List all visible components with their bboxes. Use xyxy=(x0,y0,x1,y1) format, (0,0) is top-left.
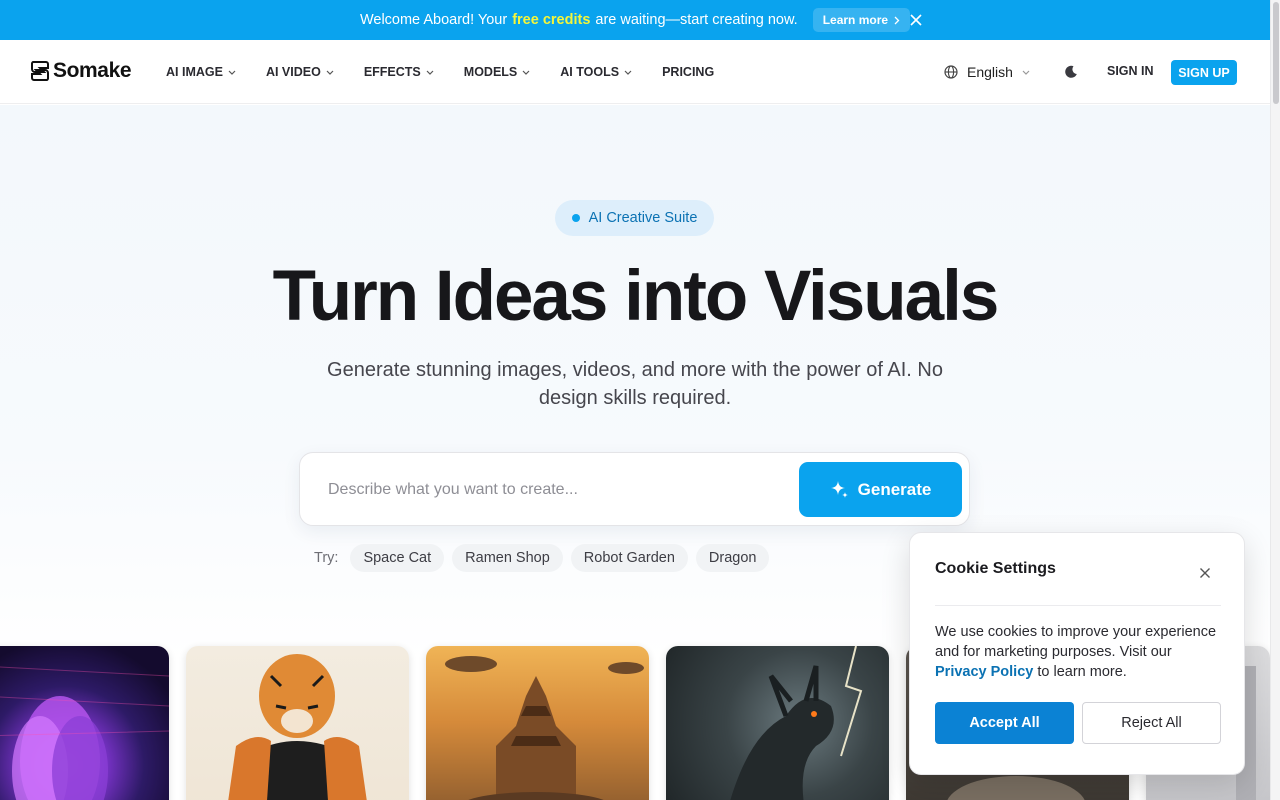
prompt-box: Generate xyxy=(299,452,970,526)
learn-more-button[interactable]: Learn more xyxy=(812,8,911,32)
hero-subtitle: Generate stunning images, videos, and mo… xyxy=(327,359,943,409)
nav-item-label: EFFECTS xyxy=(363,65,421,79)
nav-item-ai-tools[interactable]: AI TOOLS xyxy=(560,65,632,79)
divider xyxy=(935,605,1221,606)
suggestion-chip-ramen-shop[interactable]: Ramen Shop xyxy=(452,544,563,572)
chevron-down-icon xyxy=(1022,70,1030,75)
cookie-title: Cookie Settings xyxy=(935,560,1056,577)
chevron-down-icon xyxy=(624,70,632,75)
language-selector[interactable]: English xyxy=(944,62,1030,82)
gallery-card-purple-flower[interactable] xyxy=(0,646,169,800)
try-label: Try: xyxy=(314,550,339,566)
nav-item-effects[interactable]: EFFECTS xyxy=(364,65,434,79)
hero-headline: Turn Ideas into Visuals xyxy=(272,257,1000,336)
close-icon[interactable] xyxy=(1199,566,1211,578)
cookie-settings-panel: Cookie Settings We use cookies to improv… xyxy=(909,532,1245,775)
generate-button[interactable]: Generate xyxy=(799,462,962,517)
logo[interactable]: Somake xyxy=(31,58,132,84)
gallery-card-tiger[interactable] xyxy=(186,646,409,800)
suggestion-chip-dragon[interactable]: Dragon xyxy=(695,544,770,572)
moon-icon[interactable] xyxy=(1063,64,1079,80)
chevron-down-icon xyxy=(426,70,434,75)
floating-castle-image xyxy=(445,656,644,800)
nav-item-label: AI IMAGE xyxy=(166,65,223,79)
announcement-highlight: free credits xyxy=(512,12,591,28)
try-suggestions: Try: Space Cat Ramen Shop Robot Garden D… xyxy=(314,544,770,572)
cookie-description: We use cookies to improve your experienc… xyxy=(935,622,1225,682)
reject-all-button[interactable]: Reject All xyxy=(1082,702,1221,744)
announcement-text-end: are waiting—start creating now. xyxy=(595,12,798,28)
announcement-text: Welcome Aboard! Your xyxy=(359,12,508,28)
badge-dot xyxy=(571,214,580,222)
dragon-image xyxy=(730,646,863,800)
accept-all-button[interactable]: Accept All xyxy=(935,702,1074,744)
chevron-down-icon xyxy=(228,70,236,75)
nav-item-ai-video[interactable]: AI VIDEO xyxy=(266,65,334,79)
nav-item-label: AI TOOLS xyxy=(560,65,620,79)
brand-name: Somake xyxy=(53,59,132,82)
scrollbar-thumb[interactable] xyxy=(1273,2,1279,104)
learn-more-label: Learn more xyxy=(822,13,889,27)
nav-menu: AI IMAGE AI VIDEO EFFECTS MODELS AI TOOL… xyxy=(166,62,744,82)
sparkle-icon xyxy=(830,481,848,498)
close-icon[interactable] xyxy=(907,11,925,29)
suggestion-chip-robot-garden[interactable]: Robot Garden xyxy=(570,544,688,572)
suggestion-chip-space-cat[interactable]: Space Cat xyxy=(350,544,445,572)
language-label: English xyxy=(967,64,1013,80)
hero-badge: AI Creative Suite xyxy=(555,200,714,236)
chevron-right-icon xyxy=(894,16,900,24)
sign-up-button[interactable]: SIGN UP xyxy=(1171,60,1237,85)
prompt-input[interactable] xyxy=(328,479,788,501)
badge-label: AI Creative Suite xyxy=(588,210,698,226)
sign-in-button[interactable]: SIGN IN xyxy=(1107,64,1154,78)
chevron-down-icon xyxy=(522,70,530,75)
gallery-card-castle[interactable] xyxy=(426,646,649,800)
cookie-text-end: to learn more. xyxy=(1037,664,1127,680)
privacy-policy-link[interactable]: Privacy Policy xyxy=(935,664,1033,680)
tiger-warrior-image xyxy=(228,654,367,800)
nav-item-label: PRICING xyxy=(662,65,715,79)
chevron-down-icon xyxy=(326,70,334,75)
announcement-bar: Welcome Aboard! Your free credits are wa… xyxy=(0,0,1270,40)
navbar: Somake AI IMAGE AI VIDEO EFFECTS MODELS … xyxy=(0,40,1270,104)
scrollbar[interactable] xyxy=(1270,0,1280,800)
gallery-card-dragon[interactable] xyxy=(666,646,889,800)
nav-item-label: AI VIDEO xyxy=(265,65,321,79)
nav-item-pricing[interactable]: PRICING xyxy=(662,65,714,79)
nav-item-label: MODELS xyxy=(463,65,518,79)
somake-logo-icon xyxy=(31,61,49,81)
purple-flower-image xyxy=(0,666,169,800)
cookie-text: We use cookies to improve your experienc… xyxy=(935,624,1217,660)
globe-icon xyxy=(944,65,958,79)
generate-label: Generate xyxy=(857,479,932,499)
nav-item-models[interactable]: MODELS xyxy=(464,65,530,79)
nav-item-ai-image[interactable]: AI IMAGE xyxy=(166,65,236,79)
announcement-message: Welcome Aboard! Your free credits are wa… xyxy=(359,8,911,32)
